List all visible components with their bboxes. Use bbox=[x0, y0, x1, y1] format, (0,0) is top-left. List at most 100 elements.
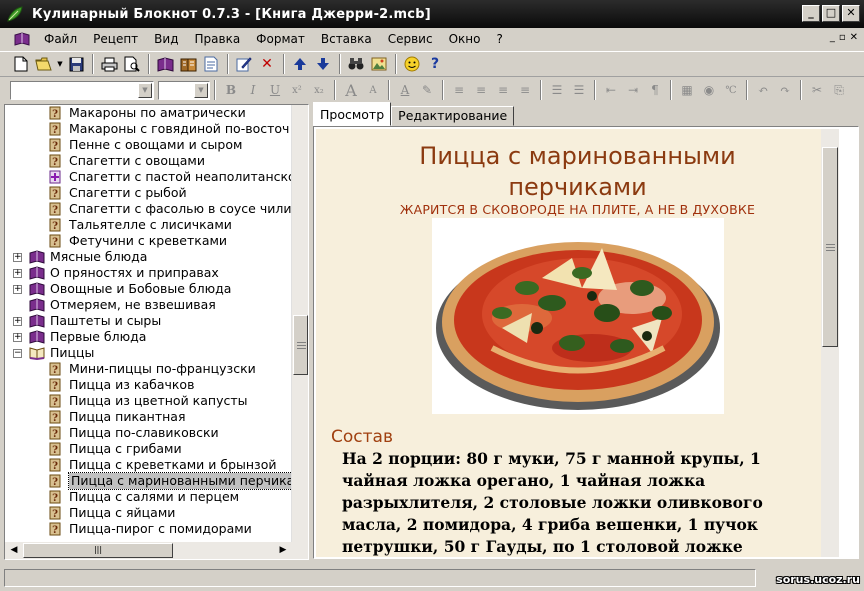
menu-format[interactable]: Формат bbox=[248, 32, 313, 46]
expand-icon[interactable]: + bbox=[13, 285, 22, 294]
copy-button[interactable]: ⎘ bbox=[828, 80, 850, 100]
mdi-restore-icon[interactable]: ▫ bbox=[839, 32, 846, 43]
tree-item[interactable]: + Паштеты и сыры bbox=[5, 313, 293, 329]
tab-editing[interactable]: Редактирование bbox=[391, 106, 515, 126]
numbered-list-button[interactable]: ☰ bbox=[568, 80, 590, 100]
mdi-close-icon[interactable]: ✕ bbox=[850, 32, 858, 43]
tree-item[interactable]: ? Тальятелле с лисичками bbox=[5, 217, 293, 233]
align-right-button[interactable]: ≡ bbox=[492, 80, 514, 100]
collapse-icon[interactable]: − bbox=[13, 349, 22, 358]
paragraph-button[interactable]: ¶ bbox=[644, 80, 666, 100]
page-icon[interactable] bbox=[200, 53, 222, 75]
tree-item[interactable]: ? Макароны с говядиной по-восточ bbox=[5, 121, 293, 137]
tree-item[interactable]: ? Пицца с грибами bbox=[5, 441, 293, 457]
mdi-minimize-icon[interactable]: _ bbox=[830, 32, 835, 43]
outdent-button[interactable]: ⇤ bbox=[600, 80, 622, 100]
menu-edit[interactable]: Правка bbox=[187, 32, 249, 46]
print-preview-icon[interactable] bbox=[121, 53, 143, 75]
new-icon[interactable] bbox=[10, 53, 32, 75]
indent-button[interactable]: ⇥ bbox=[622, 80, 644, 100]
font-size-combo[interactable]: ▼ bbox=[158, 80, 210, 100]
redo-button[interactable]: ↷ bbox=[774, 80, 796, 100]
align-justify-button[interactable]: ≡ bbox=[514, 80, 536, 100]
menu-insert[interactable]: Вставка bbox=[313, 32, 380, 46]
picture-icon[interactable] bbox=[368, 53, 390, 75]
menu-window[interactable]: Окно bbox=[441, 32, 489, 46]
align-left-button[interactable]: ≡ bbox=[448, 80, 470, 100]
menu-file[interactable]: Файл bbox=[36, 32, 85, 46]
expand-icon[interactable]: + bbox=[13, 269, 22, 278]
tree-item[interactable]: ? Спагетти с овощами bbox=[5, 153, 293, 169]
menu-recipe[interactable]: Рецепт bbox=[85, 32, 146, 46]
recipe-book-icon[interactable] bbox=[177, 53, 199, 75]
tree-item[interactable]: Спагетти с пастой неаполитанско bbox=[5, 169, 296, 185]
minimize-button[interactable]: _ bbox=[802, 5, 820, 22]
smiley-icon[interactable] bbox=[401, 53, 423, 75]
maximize-button[interactable]: □ bbox=[822, 5, 840, 22]
scroll-left-icon[interactable]: ◀ bbox=[6, 542, 22, 558]
tree-horizontal-scrollbar[interactable]: ◀ ||| ▶ bbox=[5, 542, 308, 559]
tree-item[interactable]: − Пиццы bbox=[5, 345, 293, 361]
arrow-down-icon[interactable] bbox=[312, 53, 334, 75]
save-icon[interactable] bbox=[65, 53, 87, 75]
scroll-right-icon[interactable]: ▶ bbox=[275, 542, 291, 558]
tree-item[interactable]: ? Макароны по аматрически bbox=[5, 105, 293, 121]
dropdown-arrow-icon[interactable]: ▼ bbox=[56, 53, 64, 75]
binoculars-icon[interactable] bbox=[345, 53, 367, 75]
insert-object-button[interactable]: ◉ bbox=[698, 80, 720, 100]
menu-service[interactable]: Сервис bbox=[380, 32, 441, 46]
edit-icon[interactable] bbox=[233, 53, 255, 75]
tree-item[interactable]: ? Пицца пикантная bbox=[5, 409, 293, 425]
tree-item[interactable]: ? Пицца с креветками и брынзой bbox=[5, 457, 293, 473]
tree-item[interactable]: ? Пицца-пирог с помидорами bbox=[5, 521, 293, 537]
italic-button[interactable]: I bbox=[242, 80, 264, 100]
tree-item[interactable]: + Первые блюда bbox=[5, 329, 293, 345]
tree-item[interactable]: ? Пицца из цветной капусты bbox=[5, 393, 293, 409]
subscript-button[interactable]: x₂ bbox=[308, 80, 330, 100]
menu-view[interactable]: Вид bbox=[146, 32, 186, 46]
recipe-tree[interactable]: ? Макароны по аматрически? Макароны с говя… bbox=[4, 104, 309, 560]
delete-icon[interactable]: ✕ bbox=[256, 53, 278, 75]
menu-help[interactable]: ? bbox=[488, 32, 510, 46]
tree-item[interactable]: ? Пицца с салями и перцем bbox=[5, 489, 293, 505]
tree-item[interactable]: ? Пенне с овощами и сыром bbox=[5, 137, 293, 153]
scroll-thumb[interactable] bbox=[822, 147, 838, 347]
insert-table-button[interactable]: ▦ bbox=[676, 80, 698, 100]
tree-item[interactable]: ? Фетучини с креветками bbox=[5, 233, 293, 249]
content-vertical-scrollbar[interactable] bbox=[821, 129, 839, 557]
arrow-up-icon[interactable] bbox=[289, 53, 311, 75]
underline-button[interactable]: U bbox=[264, 80, 286, 100]
tab-preview[interactable]: Просмотр bbox=[313, 102, 392, 126]
scroll-thumb[interactable]: ||| bbox=[23, 543, 173, 558]
scroll-thumb[interactable] bbox=[293, 315, 308, 375]
tree-item[interactable]: + Овощные и Бобовые блюда bbox=[5, 281, 293, 297]
tree-item[interactable]: + Мясные блюда bbox=[5, 249, 293, 265]
tree-item[interactable]: ? Пицца по-славиковски bbox=[5, 425, 293, 441]
font-grow-button[interactable]: A bbox=[340, 80, 362, 100]
chevron-down-icon[interactable]: ▼ bbox=[138, 82, 152, 98]
font-name-combo[interactable]: ▼ bbox=[10, 80, 154, 100]
cut-button[interactable]: ✂ bbox=[806, 80, 828, 100]
font-color-button[interactable]: A bbox=[394, 80, 416, 100]
tree-item[interactable]: ? Спагетти с рыбой bbox=[5, 185, 293, 201]
tree-vertical-scrollbar[interactable] bbox=[291, 105, 308, 542]
font-shrink-button[interactable]: A bbox=[362, 80, 384, 100]
open-icon[interactable] bbox=[33, 53, 55, 75]
expand-icon[interactable]: + bbox=[13, 317, 22, 326]
tree-item[interactable]: ? Мини-пиццы по-французски bbox=[5, 361, 293, 377]
tree-item[interactable]: Отмеряем, не взвешивая bbox=[5, 297, 293, 313]
bullet-list-button[interactable]: ☰ bbox=[546, 80, 568, 100]
book-icon[interactable] bbox=[154, 53, 176, 75]
help-icon[interactable]: ? bbox=[424, 53, 446, 75]
bold-button[interactable]: B bbox=[220, 80, 242, 100]
temperature-button[interactable]: ℃ bbox=[720, 80, 742, 100]
align-center-button[interactable]: ≡ bbox=[470, 80, 492, 100]
undo-button[interactable]: ↶ bbox=[752, 80, 774, 100]
tree-item[interactable]: ? Пицца с яйцами bbox=[5, 505, 293, 521]
chevron-down-icon[interactable]: ▼ bbox=[194, 82, 208, 98]
tree-item[interactable]: ? Пицца из кабачков bbox=[5, 377, 293, 393]
expand-icon[interactable]: + bbox=[13, 253, 22, 262]
close-button[interactable]: ✕ bbox=[842, 5, 860, 22]
expand-icon[interactable]: + bbox=[13, 333, 22, 342]
tree-item[interactable]: ? Пицца с маринованными перчика bbox=[5, 472, 298, 490]
